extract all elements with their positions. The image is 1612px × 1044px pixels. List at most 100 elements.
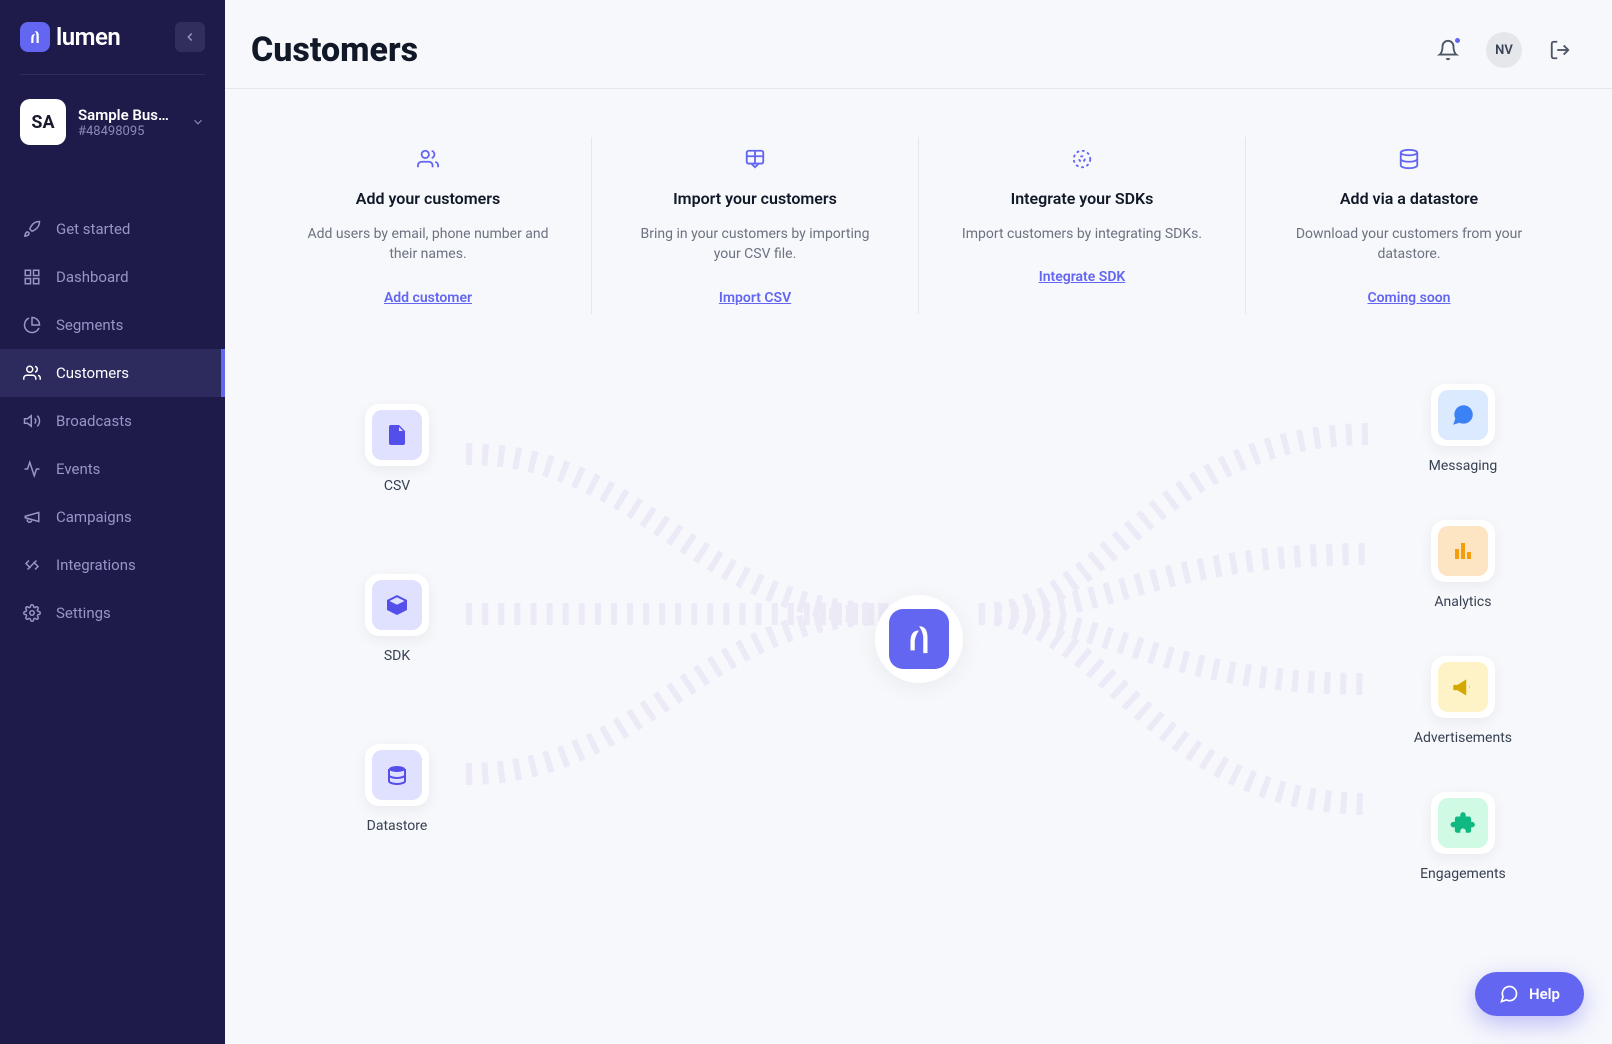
page-title: Customers bbox=[251, 30, 418, 70]
card-add-datastore: Add via a datastore Download your custom… bbox=[1246, 137, 1572, 314]
integrate-sdk-link[interactable]: Integrate SDK bbox=[1039, 269, 1126, 285]
diagram-label: Engagements bbox=[1420, 866, 1506, 882]
logo-text: lumen bbox=[56, 23, 120, 51]
card-import-customers: Import your customers Bring in your cust… bbox=[592, 137, 919, 314]
diagram-input-datastore: Datastore bbox=[365, 744, 429, 834]
diagram-input-csv: CSV bbox=[365, 404, 429, 494]
diagram-output-engagements: Engagements bbox=[1414, 792, 1512, 882]
database-icon bbox=[1284, 145, 1534, 173]
nav-dashboard[interactable]: Dashboard bbox=[0, 253, 225, 301]
help-button[interactable]: Help bbox=[1475, 972, 1584, 1016]
business-id: #48498095 bbox=[78, 124, 179, 139]
diagram-center-hub bbox=[875, 595, 963, 683]
logo-mark-icon bbox=[20, 22, 50, 52]
grid-icon bbox=[22, 267, 42, 287]
card-title: Add your customers bbox=[303, 189, 553, 208]
users-icon bbox=[303, 145, 553, 173]
main: Customers NV Add your customers Add user… bbox=[225, 0, 1612, 1044]
user-avatar[interactable]: NV bbox=[1486, 32, 1522, 68]
business-name: Sample Bus… bbox=[78, 106, 179, 124]
chat-icon bbox=[1438, 390, 1488, 440]
nav-label: Customers bbox=[56, 364, 129, 382]
divider bbox=[20, 74, 205, 75]
card-add-customers: Add your customers Add users by email, p… bbox=[265, 137, 592, 314]
horn-icon bbox=[1438, 662, 1488, 712]
content: Add your customers Add users by email, p… bbox=[225, 89, 1612, 1044]
nav-segments[interactable]: Segments bbox=[0, 301, 225, 349]
diagram-outputs: Messaging Analytics Advertisements Engag… bbox=[1414, 384, 1512, 882]
card-desc: Download your customers from your datast… bbox=[1284, 224, 1534, 265]
nav-label: Events bbox=[56, 460, 100, 478]
sidebar-header: lumen bbox=[0, 0, 225, 62]
users-icon bbox=[22, 363, 42, 383]
puzzle-icon bbox=[1438, 798, 1488, 848]
card-desc: Add users by email, phone number and the… bbox=[303, 224, 553, 265]
card-integrate-sdks: Integrate your SDKs Import customers by … bbox=[919, 137, 1246, 314]
onboarding-cards-row: Add your customers Add users by email, p… bbox=[265, 137, 1572, 314]
nav-label: Broadcasts bbox=[56, 412, 132, 430]
card-desc: Import customers by integrating SDKs. bbox=[957, 224, 1207, 244]
sidebar: lumen SA Sample Bus… #48498095 Get start… bbox=[0, 0, 225, 1044]
diagram-label: Analytics bbox=[1434, 594, 1491, 610]
diagram-output-advertisements: Advertisements bbox=[1414, 656, 1512, 746]
nav-get-started[interactable]: Get started bbox=[0, 205, 225, 253]
bars-icon bbox=[1438, 526, 1488, 576]
nav-events[interactable]: Events bbox=[0, 445, 225, 493]
topbar: Customers NV bbox=[225, 0, 1612, 89]
megaphone-icon bbox=[22, 411, 42, 431]
diagram-label: Messaging bbox=[1429, 458, 1498, 474]
chevron-down-icon bbox=[191, 115, 205, 129]
diagram-label: Datastore bbox=[367, 818, 428, 834]
gear-icon bbox=[22, 603, 42, 623]
diagram-label: Advertisements bbox=[1414, 730, 1512, 746]
topbar-actions: NV bbox=[1436, 32, 1572, 68]
announce-icon bbox=[22, 507, 42, 527]
card-title: Import your customers bbox=[630, 189, 880, 208]
file-icon bbox=[372, 410, 422, 460]
logout-button[interactable] bbox=[1548, 38, 1572, 62]
nav-label: Integrations bbox=[56, 556, 136, 574]
card-title: Integrate your SDKs bbox=[957, 189, 1207, 208]
nav-campaigns[interactable]: Campaigns bbox=[0, 493, 225, 541]
nav-label: Segments bbox=[56, 316, 123, 334]
cube-icon bbox=[372, 580, 422, 630]
business-switcher[interactable]: SA Sample Bus… #48498095 bbox=[0, 89, 225, 165]
table-import-icon bbox=[630, 145, 880, 173]
nav-integrations[interactable]: Integrations bbox=[0, 541, 225, 589]
nav-broadcasts[interactable]: Broadcasts bbox=[0, 397, 225, 445]
plug-icon bbox=[22, 555, 42, 575]
pie-icon bbox=[22, 315, 42, 335]
business-info: Sample Bus… #48498095 bbox=[78, 106, 179, 139]
diagram-output-analytics: Analytics bbox=[1414, 520, 1512, 610]
card-title: Add via a datastore bbox=[1284, 189, 1534, 208]
diagram-label: SDK bbox=[384, 648, 410, 664]
notification-dot-icon bbox=[1453, 36, 1462, 45]
primary-nav: Get started Dashboard Segments Customers… bbox=[0, 205, 225, 637]
add-customer-link[interactable]: Add customer bbox=[384, 290, 472, 306]
rocket-icon bbox=[22, 219, 42, 239]
stack-icon bbox=[372, 750, 422, 800]
nav-settings[interactable]: Settings bbox=[0, 589, 225, 637]
activity-icon bbox=[22, 459, 42, 479]
notifications-button[interactable] bbox=[1436, 38, 1460, 62]
diagram-input-sdk: SDK bbox=[365, 574, 429, 664]
import-csv-link[interactable]: Import CSV bbox=[719, 290, 791, 306]
coming-soon-link[interactable]: Coming soon bbox=[1367, 290, 1450, 306]
business-avatar: SA bbox=[20, 99, 66, 145]
diagram-label: CSV bbox=[384, 478, 410, 494]
data-flow-diagram: CSV SDK Datastore Messag bbox=[265, 404, 1572, 874]
lumen-hub-icon bbox=[889, 609, 949, 669]
nav-label: Settings bbox=[56, 604, 111, 622]
card-desc: Bring in your customers by importing you… bbox=[630, 224, 880, 265]
nav-label: Campaigns bbox=[56, 508, 132, 526]
help-chat-icon bbox=[1499, 984, 1519, 1004]
diagram-inputs: CSV SDK Datastore bbox=[365, 404, 429, 834]
nav-customers[interactable]: Customers bbox=[0, 349, 225, 397]
help-label: Help bbox=[1529, 985, 1560, 1003]
target-icon bbox=[957, 145, 1207, 173]
nav-label: Dashboard bbox=[56, 268, 129, 286]
diagram-output-messaging: Messaging bbox=[1414, 384, 1512, 474]
logo[interactable]: lumen bbox=[20, 22, 120, 52]
nav-label: Get started bbox=[56, 220, 130, 238]
collapse-sidebar-button[interactable] bbox=[175, 22, 205, 52]
